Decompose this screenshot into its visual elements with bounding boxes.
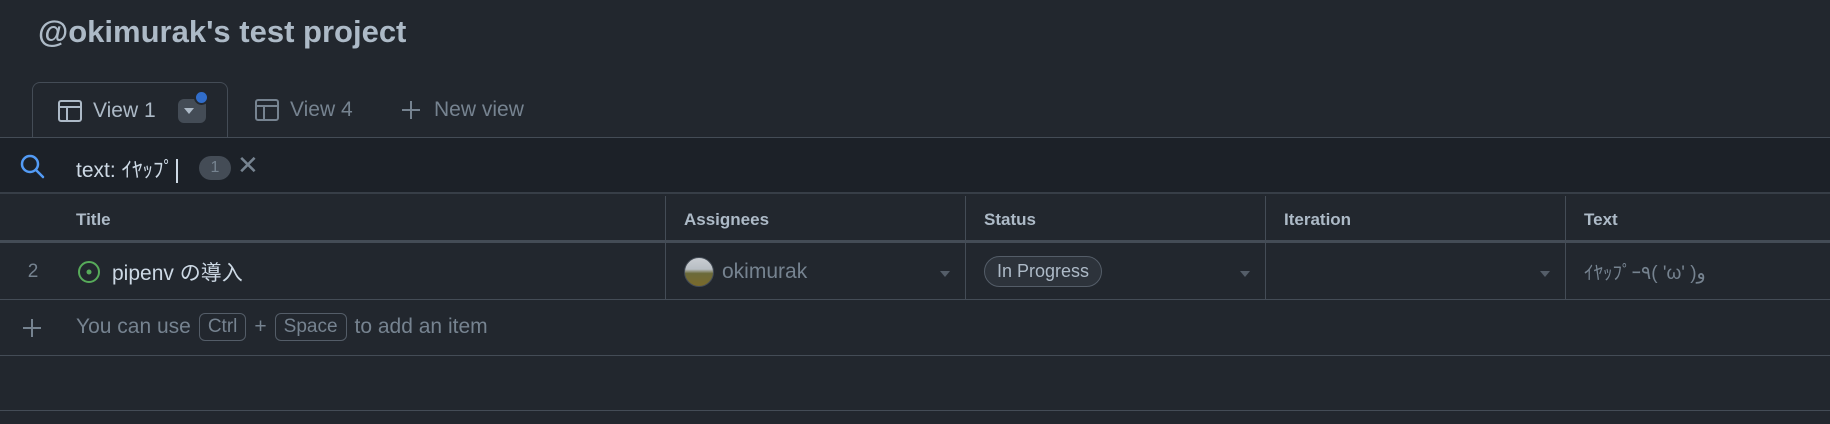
view-options-button[interactable] (177, 90, 209, 123)
column-divider (1265, 243, 1266, 300)
kbd-space: Space (274, 313, 347, 341)
status-badge: In Progress (984, 256, 1103, 287)
text-cursor (176, 159, 179, 184)
filter-query: text: ｲﾔｯﾌﾟ (76, 159, 175, 182)
chevron-down-icon (183, 108, 194, 114)
new-view-button[interactable]: New view (398, 82, 524, 138)
status-cell[interactable]: In Progress (984, 243, 1103, 300)
x-icon: ✕ (237, 150, 259, 180)
tab-view-1[interactable]: View 1 (32, 82, 228, 139)
tab-label: View 1 (93, 99, 156, 122)
plus-icon (402, 101, 420, 119)
table-row[interactable]: 2 pipenv の導入 okimurak In Progress ｲﾔｯﾌﾟｰ… (0, 243, 1830, 300)
chevron-down-icon[interactable] (1240, 271, 1250, 277)
assignees-cell[interactable]: okimurak (684, 243, 807, 300)
page-title: @okimurak's test project (38, 14, 407, 49)
chevron-down-icon[interactable] (1540, 271, 1550, 277)
clear-filter-button[interactable]: ✕ (237, 150, 259, 181)
view-tabs: View 1 View 4 New view (0, 82, 1830, 139)
issue-title-link[interactable]: pipenv の導入 (112, 257, 243, 287)
row-number: 2 (27, 260, 39, 282)
table-icon (58, 100, 82, 122)
column-header-iteration[interactable]: Iteration (1274, 196, 1351, 243)
table-header: Title Assignees Status Iteration Text (0, 196, 1830, 243)
column-divider[interactable] (965, 196, 966, 243)
unsaved-changes-indicator (193, 90, 209, 105)
column-header-status[interactable]: Status (974, 196, 1036, 243)
column-divider[interactable] (1265, 196, 1266, 243)
issue-opened-icon (78, 260, 100, 283)
column-header-title[interactable]: Title (66, 196, 111, 243)
search-icon (20, 154, 45, 179)
hint-prefix: You can use (76, 315, 191, 338)
avatar (684, 256, 714, 287)
hint-suffix: to add an item (354, 315, 488, 338)
column-header-text[interactable]: Text (1574, 196, 1618, 243)
plus-icon[interactable] (18, 314, 46, 342)
add-item-row[interactable]: You can use Ctrl + Space to add an item (0, 301, 1830, 356)
table-icon (255, 99, 279, 121)
filter-bar: text: ｲﾔｯﾌﾟ 1 ✕ (0, 137, 1830, 194)
filter-input[interactable]: text: ｲﾔｯﾌﾟ (76, 154, 179, 184)
add-item-hint: You can use Ctrl + Space to add an item (76, 313, 488, 341)
kbd-ctrl: Ctrl (198, 313, 247, 341)
tab-label: View 4 (290, 98, 353, 121)
tab-view-4[interactable]: View 4 (254, 82, 353, 138)
hint-plus: + (254, 315, 267, 338)
filter-match-count: 1 (199, 156, 231, 180)
chevron-down-icon[interactable] (940, 271, 950, 277)
tab-label: New view (434, 98, 524, 121)
column-divider[interactable] (665, 196, 666, 243)
divider (0, 410, 1830, 411)
column-divider (665, 243, 666, 300)
column-divider (965, 243, 966, 300)
column-header-assignees[interactable]: Assignees (674, 196, 769, 243)
text-cell[interactable]: ｲﾔｯﾌﾟｰ٩( 'ω' )و (1584, 243, 1706, 300)
assignee-name: okimurak (722, 259, 808, 283)
title-cell[interactable]: pipenv の導入 (76, 243, 243, 300)
column-divider[interactable] (1565, 196, 1566, 243)
column-divider (1565, 243, 1566, 300)
